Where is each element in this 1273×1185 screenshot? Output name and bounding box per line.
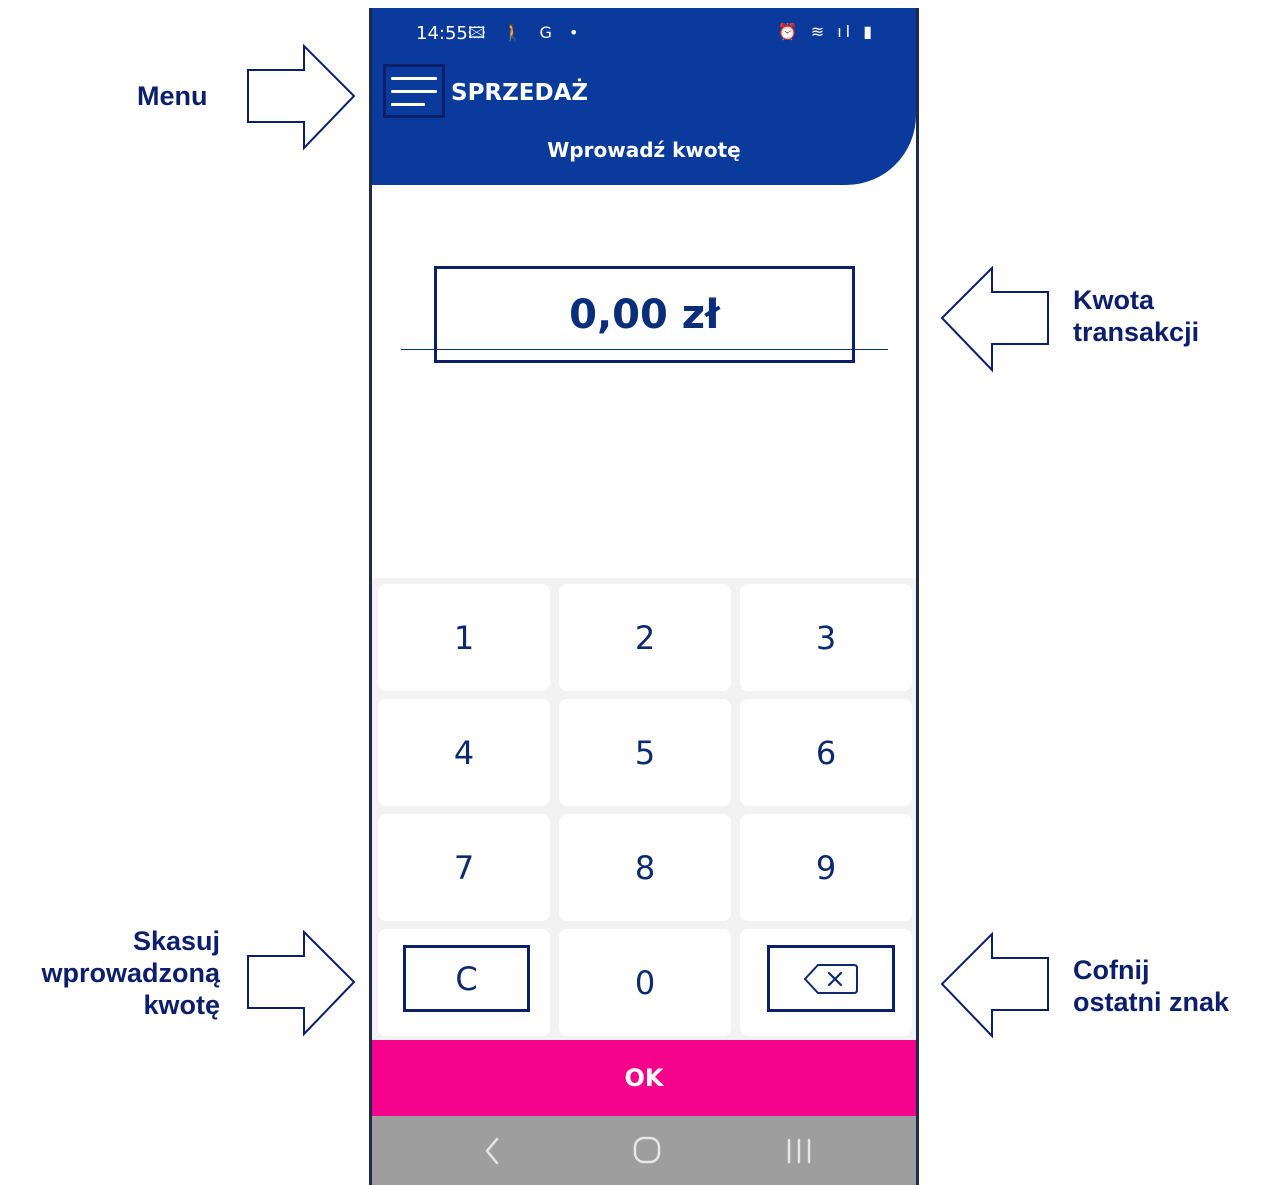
clear-key-frame: C xyxy=(403,945,530,1012)
amount-value: 0,00 zł xyxy=(569,291,720,338)
key-4[interactable]: 4 xyxy=(378,699,550,806)
ok-button-label: OK xyxy=(624,1064,664,1092)
backspace-icon xyxy=(803,963,858,994)
chevron-left-icon[interactable] xyxy=(482,1136,502,1166)
arrow-right-menu-icon xyxy=(247,44,356,151)
recents-icon[interactable] xyxy=(785,1136,813,1166)
key-9[interactable]: 9 xyxy=(740,814,912,921)
hamburger-icon xyxy=(391,76,437,80)
status-bar: 14:55 🖾 🚶 G • ⏰ ≋ ıl ▮ xyxy=(372,8,916,58)
key-3[interactable]: 3 xyxy=(740,584,912,691)
arrow-left-backspace-icon xyxy=(940,932,1049,1039)
screen-subtitle: Wprowadź kwotę xyxy=(547,138,741,162)
ok-button[interactable]: OK xyxy=(372,1040,916,1116)
key-7[interactable]: 7 xyxy=(378,814,550,921)
callout-clear-label: Skasuj wprowadzoną kwotę xyxy=(41,925,220,1021)
callout-clear-line2: wprowadzoną xyxy=(41,958,220,988)
arrow-left-amount-icon xyxy=(940,266,1049,373)
hamburger-line xyxy=(391,102,425,106)
clear-key[interactable]: C xyxy=(378,929,550,1036)
key-1[interactable]: 1 xyxy=(378,584,550,691)
callout-amount-line2: transakcji xyxy=(1073,317,1200,347)
app-header: 14:55 🖾 🚶 G • ⏰ ≋ ıl ▮ SPRZEDAŻ Wprowadź… xyxy=(372,8,916,185)
callout-backspace-line1: Cofnij xyxy=(1073,955,1150,985)
home-circle-icon[interactable] xyxy=(631,1134,663,1166)
callout-clear-line1: Skasuj xyxy=(132,926,220,956)
key-8[interactable]: 8 xyxy=(559,814,731,921)
clear-key-label: C xyxy=(455,959,478,998)
menu-button[interactable] xyxy=(383,64,445,118)
phone-screen: 14:55 🖾 🚶 G • ⏰ ≋ ıl ▮ SPRZEDAŻ Wprowadź… xyxy=(369,8,919,1185)
arrow-right-clear-icon xyxy=(247,930,356,1037)
key-2[interactable]: 2 xyxy=(559,584,731,691)
status-notification-icons: 🖾 🚶 G • xyxy=(468,23,585,42)
callout-backspace-label: Cofnij ostatni znak xyxy=(1073,954,1229,1018)
android-nav-bar xyxy=(372,1116,916,1185)
callout-menu-label: Menu xyxy=(137,81,208,111)
callout-backspace-line2: ostatni znak xyxy=(1073,987,1230,1017)
keypad: 1 2 3 4 5 6 7 8 9 C 0 xyxy=(372,578,916,1040)
callout-amount-line1: Kwota xyxy=(1073,285,1154,315)
status-time: 14:55 xyxy=(416,23,468,44)
key-5[interactable]: 5 xyxy=(559,699,731,806)
app-title: SPRZEDAŻ xyxy=(451,80,589,106)
status-system-icons: ⏰ ≋ ıl ▮ xyxy=(777,22,876,41)
amount-display[interactable]: 0,00 zł xyxy=(434,266,855,363)
callout-amount-label: Kwota transakcji xyxy=(1073,284,1199,348)
callout-clear-line3: kwotę xyxy=(143,990,220,1020)
hamburger-line xyxy=(391,89,437,93)
key-6[interactable]: 6 xyxy=(740,699,912,806)
backspace-key-frame xyxy=(767,945,895,1012)
backspace-key[interactable] xyxy=(740,929,912,1036)
key-0[interactable]: 0 xyxy=(559,929,731,1036)
